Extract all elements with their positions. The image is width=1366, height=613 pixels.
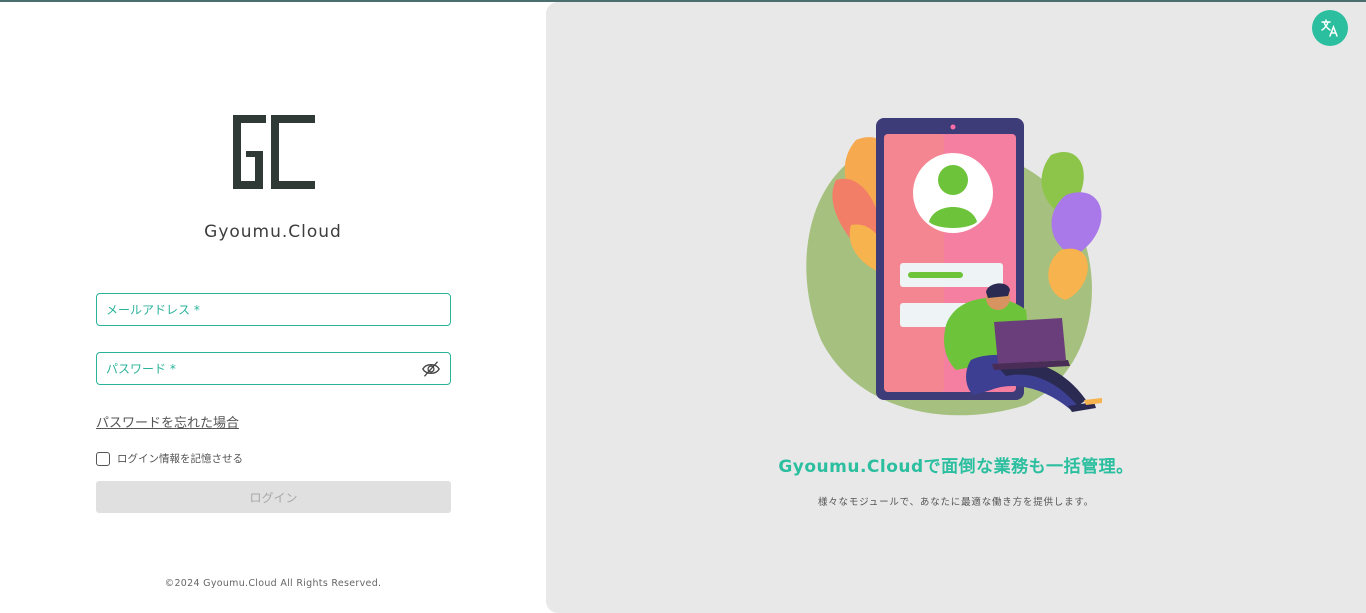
hero-headline: Gyoumu.Cloudで面倒な業務も一括管理。 [778, 457, 1134, 477]
gc-logo-icon [233, 115, 315, 189]
remember-me: ログイン情報を記憶させる [96, 451, 243, 466]
hero-panel: Gyoumu.Cloudで面倒な業務も一括管理。 様々なモジュールで、あなたに最… [546, 2, 1366, 613]
login-button[interactable]: ログイン [96, 481, 451, 513]
copyright: ©2024 Gyoumu.Cloud All Rights Reserved. [164, 578, 382, 589]
login-panel: Gyoumu.Cloud パスワードを忘れた場合 ログイン情報を記憶させる ログ… [0, 2, 546, 613]
translate-icon [1321, 19, 1338, 37]
remember-checkbox[interactable] [96, 451, 110, 466]
eye-off-icon[interactable] [421, 360, 441, 378]
brand-name: Gyoumu.Cloud [204, 222, 342, 242]
login-illustration [806, 118, 1102, 416]
password-field[interactable] [97, 353, 450, 384]
email-field-wrapper [96, 293, 451, 326]
language-button[interactable] [1312, 10, 1348, 46]
email-field[interactable] [97, 294, 450, 325]
password-field-wrapper [96, 352, 451, 385]
forgot-password-link[interactable]: パスワードを忘れた場合 [96, 412, 239, 431]
remember-label: ログイン情報を記憶させる [117, 453, 243, 465]
hero-subline: 様々なモジュールで、あなたに最適な働き方を提供します。 [817, 497, 1095, 508]
